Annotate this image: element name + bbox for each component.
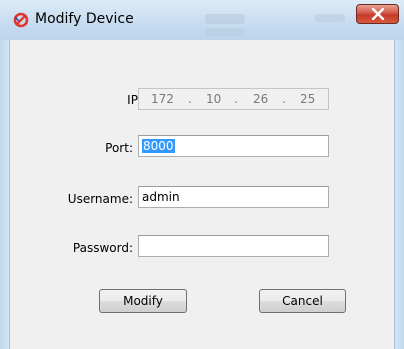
ip-address-field[interactable]: 172 . 10 . 26 . 25	[138, 88, 329, 110]
ip-label: IP:	[127, 93, 142, 107]
username-value: admin	[142, 190, 180, 204]
window-title: Modify Device	[35, 11, 134, 27]
close-button[interactable]	[356, 4, 399, 24]
ip-separator: .	[234, 92, 238, 106]
app-logo-icon	[13, 12, 29, 28]
ip-octet-2[interactable]: 10	[206, 92, 221, 106]
ip-octet-1[interactable]: 172	[151, 92, 174, 106]
close-icon	[371, 8, 385, 20]
ip-separator: .	[282, 92, 286, 106]
background-blur	[205, 14, 245, 24]
modify-device-window: Modify Device IP: 172 . 10 . 26 . 25 Por…	[0, 0, 404, 349]
cancel-button[interactable]: Cancel	[259, 289, 346, 313]
title-bar[interactable]: Modify Device	[0, 0, 404, 40]
password-field[interactable]	[138, 235, 329, 257]
window-border-left	[0, 40, 9, 349]
password-label: Password:	[72, 241, 133, 255]
port-value: 8000	[142, 139, 175, 153]
background-blur	[315, 14, 345, 22]
username-label: Username:	[67, 192, 133, 206]
ip-octet-3[interactable]: 26	[253, 92, 268, 106]
ip-octet-4[interactable]: 25	[300, 92, 315, 106]
username-field[interactable]: admin	[138, 186, 329, 208]
dialog-body: IP: 172 . 10 . 26 . 25 Port: 8000 Userna…	[9, 40, 395, 349]
window-border-right	[395, 40, 404, 349]
port-field[interactable]: 8000	[138, 135, 329, 157]
modify-button[interactable]: Modify	[99, 289, 187, 313]
ip-separator: .	[188, 92, 192, 106]
port-label: Port:	[105, 141, 133, 155]
background-blur	[205, 28, 245, 36]
